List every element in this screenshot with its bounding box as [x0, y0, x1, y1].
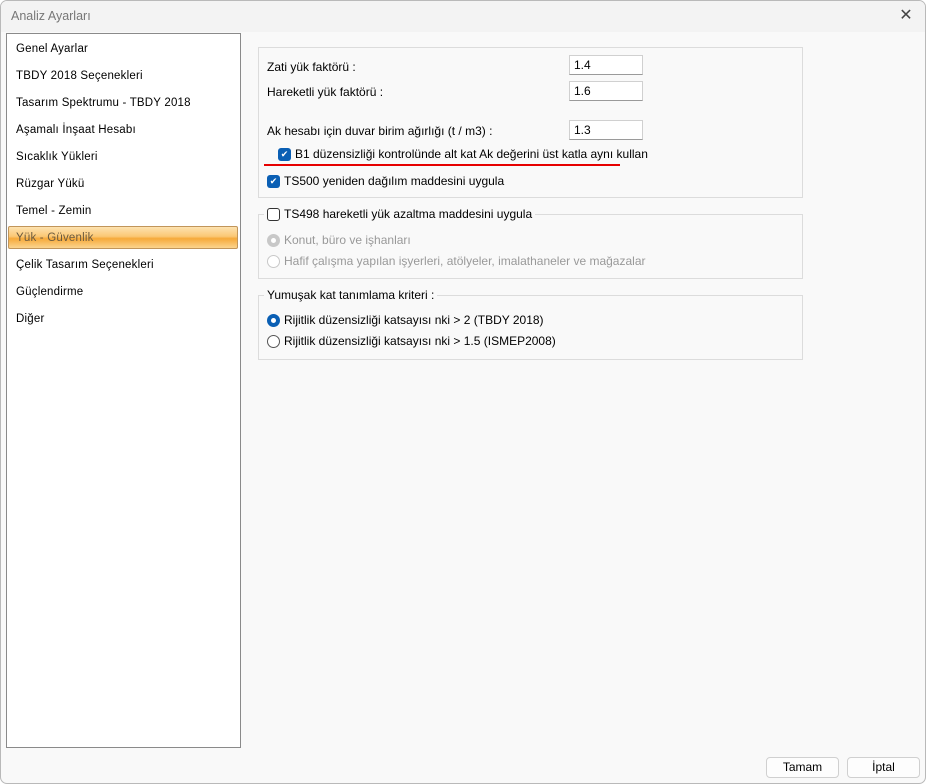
b1-irregularity-checkbox[interactable]: ✔ B1 düzensizliği kontrolünde alt kat Ak… [278, 147, 648, 161]
radio-hafif-calisma-label: Hafif çalışma yapılan işyerleri, atölyel… [284, 254, 646, 268]
checkbox-unchecked-icon [267, 207, 280, 221]
sidebar-item-temel-zemin[interactable]: Temel - Zemin [8, 200, 238, 223]
sidebar-item-tasarim-spektrumu[interactable]: Tasarım Spektrumu - TBDY 2018 [8, 92, 238, 115]
radio-unselected-icon [267, 334, 280, 348]
analysis-settings-dialog: Analiz Ayarları ✕ Genel Ayarlar TBDY 201… [0, 0, 926, 784]
cancel-button[interactable]: İptal [847, 757, 920, 778]
live-load-factor-label: Hareketli yük faktörü : [267, 85, 384, 99]
dead-load-factor-input[interactable] [569, 55, 643, 75]
radio-ismep2008[interactable]: Rijitlik düzensizliği katsayısı nki > 1.… [267, 334, 556, 348]
sidebar-item-genel-ayarlar[interactable]: Genel Ayarlar [8, 38, 238, 61]
live-load-factor-input[interactable] [569, 81, 643, 101]
soft-story-legend: Yumuşak kat tanımlama kriteri : [264, 288, 438, 302]
radio-tbdy-2018-label: Rijitlik düzensizliği katsayısı nki > 2 … [284, 313, 544, 327]
sidebar-item-guclendirme[interactable]: Güçlendirme [8, 281, 238, 304]
sidebar-item-celik-tasarim[interactable]: Çelik Tasarım Seçenekleri [8, 254, 238, 277]
ts498-group: TS498 hareketli yük azaltma maddesini uy… [258, 207, 803, 279]
title-bar: Analiz Ayarları ✕ [1, 1, 925, 32]
radio-selected-icon [267, 313, 280, 327]
sidebar-item-ruzgar-yuku[interactable]: Rüzgar Yükü [8, 173, 238, 196]
wall-unit-weight-input[interactable] [569, 120, 643, 140]
sidebar-item-yuk-guvenlik[interactable]: Yük - Güvenlik [8, 226, 238, 249]
sidebar-item-diger[interactable]: Diğer [8, 308, 238, 331]
radio-konut-buro-label: Konut, büro ve işhanları [284, 233, 411, 247]
dead-load-factor-label: Zati yük faktörü : [267, 60, 356, 74]
ts498-checkbox[interactable]: TS498 hareketli yük azaltma maddesini uy… [264, 207, 536, 221]
load-factors-group: Zati yük faktörü : Hareketli yük faktörü… [258, 47, 803, 198]
checkbox-checked-icon: ✔ [278, 147, 291, 161]
sidebar-item-asamali-insaat[interactable]: Aşamalı İnşaat Hesabı [8, 119, 238, 142]
radio-hafif-calisma[interactable]: Hafif çalışma yapılan işyerleri, atölyel… [267, 254, 646, 268]
soft-story-group: Yumuşak kat tanımlama kriteri : Rijitlik… [258, 288, 803, 360]
b1-irregularity-label: B1 düzensizliği kontrolünde alt kat Ak d… [295, 147, 648, 161]
ts500-label: TS500 yeniden dağılım maddesini uygula [284, 174, 505, 188]
ts500-redistribution-checkbox[interactable]: ✔ TS500 yeniden dağılım maddesini uygula [267, 174, 504, 188]
settings-content: Zati yük faktörü : Hareketli yük faktörü… [241, 33, 920, 748]
ts498-label: TS498 hareketli yük azaltma maddesini uy… [284, 207, 533, 221]
close-icon[interactable]: ✕ [895, 5, 917, 27]
sidebar-item-tbdy-2018[interactable]: TBDY 2018 Seçenekleri [8, 65, 238, 88]
settings-category-list: Genel Ayarlar TBDY 2018 Seçenekleri Tasa… [6, 33, 241, 748]
sidebar-item-sicaklik-yukleri[interactable]: Sıcaklık Yükleri [8, 146, 238, 169]
wall-unit-weight-label: Ak hesabı için duvar birim ağırlığı (t /… [267, 124, 493, 138]
red-underline-annotation [264, 164, 620, 166]
radio-unselected-disabled-icon [267, 254, 280, 268]
radio-ismep2008-label: Rijitlik düzensizliği katsayısı nki > 1.… [284, 334, 556, 348]
ok-button[interactable]: Tamam [766, 757, 839, 778]
radio-konut-buro[interactable]: Konut, büro ve işhanları [267, 233, 411, 247]
radio-tbdy-2018[interactable]: Rijitlik düzensizliği katsayısı nki > 2 … [267, 313, 544, 327]
checkbox-checked-icon: ✔ [267, 174, 280, 188]
window-title: Analiz Ayarları [11, 9, 91, 23]
radio-selected-disabled-icon [267, 233, 280, 247]
